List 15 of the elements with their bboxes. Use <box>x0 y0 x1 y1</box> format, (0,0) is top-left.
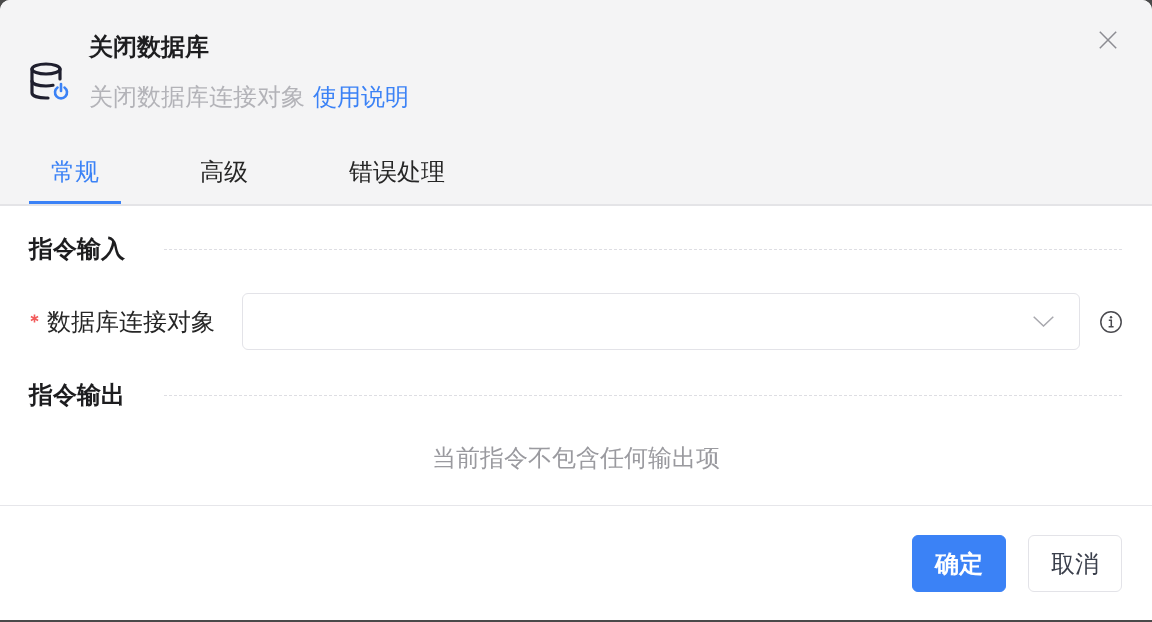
tab[interactable]: 高级 <box>178 140 270 204</box>
info-icon[interactable] <box>1100 310 1122 333</box>
close-button[interactable] <box>1099 31 1117 49</box>
field-label: 数据库连接对象 <box>47 306 215 337</box>
section-title: 指令输出 <box>29 380 125 410</box>
tab[interactable]: 错误处理 <box>327 140 467 204</box>
confirm-button[interactable]: 确定 <box>912 535 1006 592</box>
chevron-down-icon <box>1033 316 1054 327</box>
database-power-icon <box>29 62 69 100</box>
cancel-button[interactable]: 取消 <box>1028 535 1122 592</box>
dialog-description: 关闭数据库连接对象 <box>89 82 305 112</box>
empty-message: 当前指令不包含任何输出项 <box>431 443 720 473</box>
select-field[interactable] <box>242 293 1080 350</box>
dialog-title: 关闭数据库 <box>89 32 209 62</box>
section-title: 指令输入 <box>29 234 125 264</box>
